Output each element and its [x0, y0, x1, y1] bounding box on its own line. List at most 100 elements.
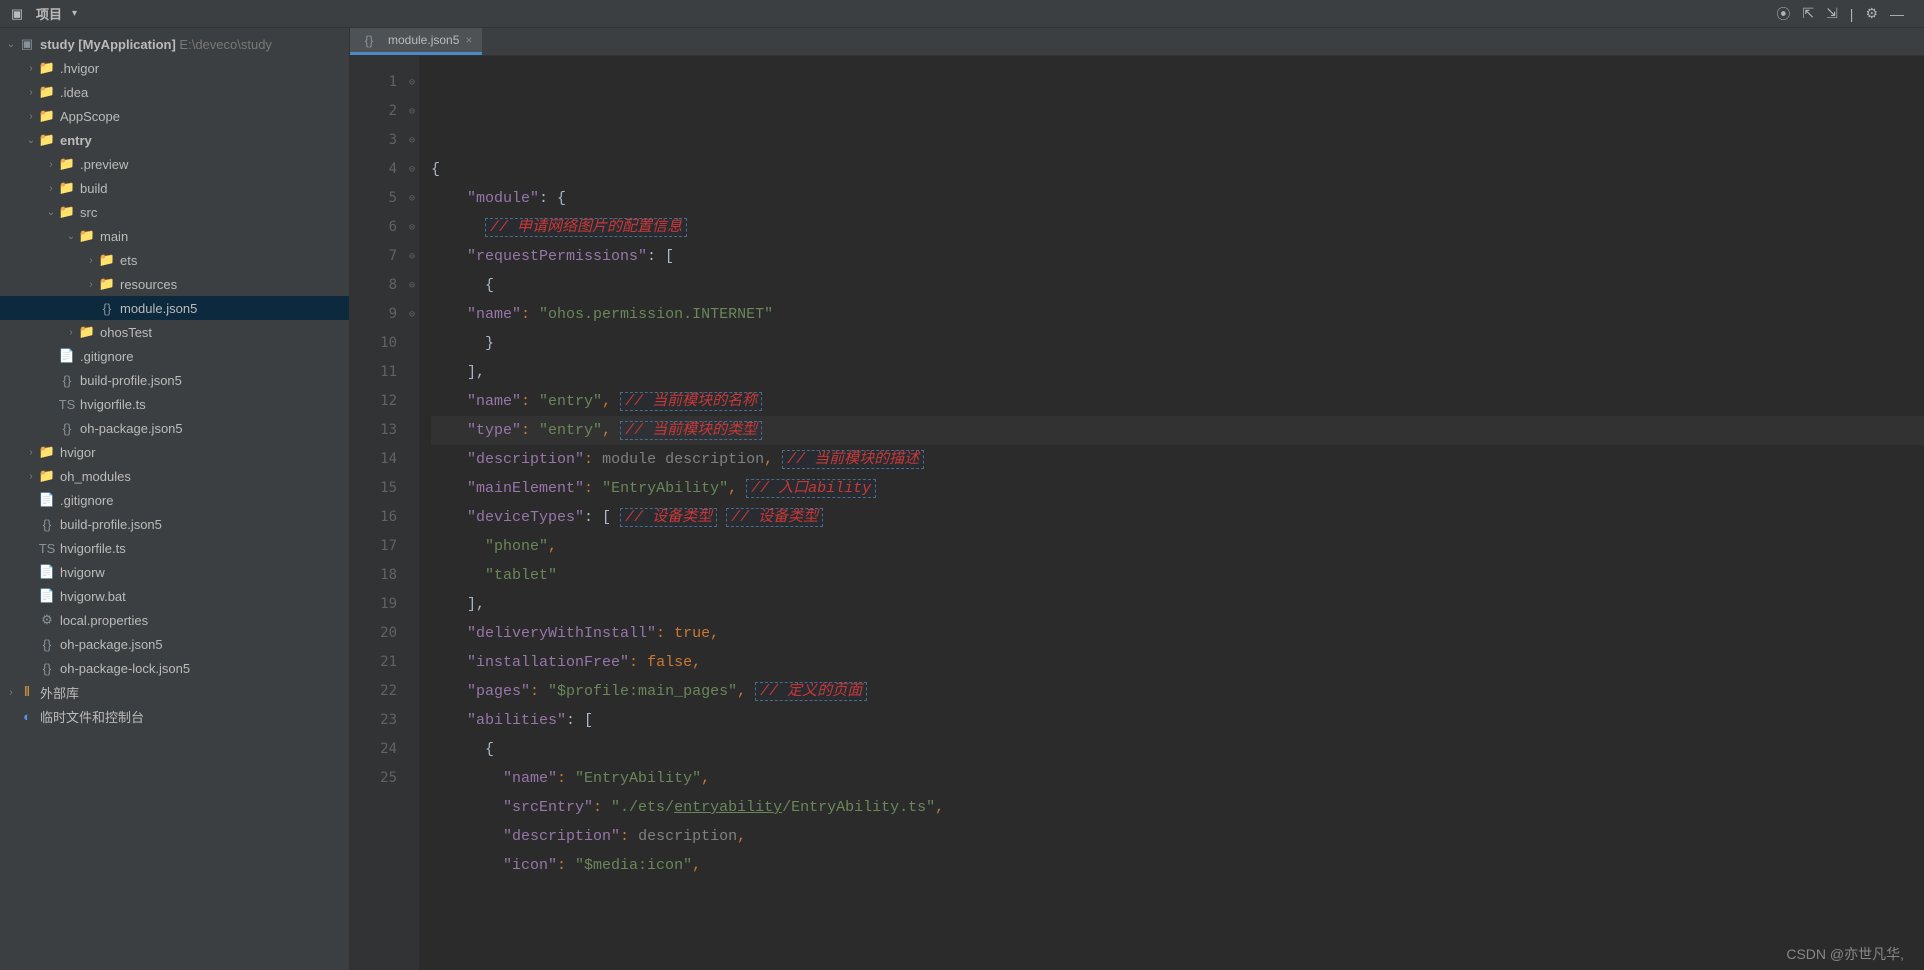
code-content[interactable]: { "module": { // 申请网络图片的配置信息 "requestPer…: [419, 56, 1924, 970]
tree-item-label: entry: [60, 133, 92, 148]
tree-item-label: ohosTest: [100, 325, 152, 340]
code-line-19[interactable]: "pages": "$profile:main_pages", // 定义的页面: [431, 677, 1924, 706]
code-line-11[interactable]: "description": module description, // 当前…: [431, 445, 1924, 474]
tree-item-module-json5[interactable]: ›{}module.json5: [0, 296, 349, 320]
tree-item-ohostest[interactable]: ›📁ohosTest: [0, 320, 349, 344]
code-line-15[interactable]: "tablet": [431, 561, 1924, 590]
code-line-3[interactable]: // 申请网络图片的配置信息: [431, 213, 1924, 242]
tree-item--preview[interactable]: ›📁.preview: [0, 152, 349, 176]
tree-item-oh-package-json5[interactable]: ›{}oh-package.json5: [0, 416, 349, 440]
folder-icon: 📁: [58, 204, 76, 220]
chevron-right-icon[interactable]: ›: [4, 687, 18, 698]
code-line-14[interactable]: "phone",: [431, 532, 1924, 561]
file-json-icon: {}: [58, 373, 76, 388]
tree-item-oh-package-lock-json5[interactable]: ›{}oh-package-lock.json5: [0, 656, 349, 680]
code-line-22[interactable]: "name": "EntryAbility",: [431, 764, 1924, 793]
chevron-icon[interactable]: ›: [24, 87, 38, 98]
project-tree-sidebar[interactable]: ⌄ ▣ study [MyApplication] E:\deveco\stud…: [0, 28, 350, 970]
code-line-5[interactable]: {: [431, 271, 1924, 300]
code-line-18[interactable]: "installationFree": false,: [431, 648, 1924, 677]
tree-item-label: AppScope: [60, 109, 120, 124]
tree-item-label: .gitignore: [60, 493, 113, 508]
project-root-name: study: [40, 37, 75, 52]
chevron-icon[interactable]: ›: [24, 471, 38, 482]
folder-icon: 📁: [38, 444, 56, 460]
tree-item--hvigor[interactable]: ›📁.hvigor: [0, 56, 349, 80]
expand-all-icon[interactable]: ⇱: [1802, 5, 1814, 22]
code-line-12[interactable]: "mainElement": "EntryAbility", // 入口abil…: [431, 474, 1924, 503]
tree-item-hvigorfile-ts[interactable]: ›TShvigorfile.ts: [0, 536, 349, 560]
code-line-4[interactable]: "requestPermissions": [: [431, 242, 1924, 271]
folder-icon: 📁: [98, 252, 116, 268]
select-opened-file-icon[interactable]: ⦿: [1776, 4, 1790, 24]
tree-item-src[interactable]: ⌄📁src: [0, 200, 349, 224]
chevron-icon[interactable]: ⌄: [64, 231, 78, 242]
code-line-2[interactable]: "module": {: [431, 184, 1924, 213]
tree-item-hvigorfile-ts[interactable]: ›TShvigorfile.ts: [0, 392, 349, 416]
tree-item-build[interactable]: ›📁build: [0, 176, 349, 200]
chevron-icon[interactable]: ›: [24, 447, 38, 458]
code-line-21[interactable]: {: [431, 735, 1924, 764]
chevron-icon[interactable]: ⌄: [24, 135, 38, 146]
tree-root[interactable]: ⌄ ▣ study [MyApplication] E:\deveco\stud…: [0, 32, 349, 56]
tree-item-oh-modules[interactable]: ›📁oh_modules: [0, 464, 349, 488]
tree-item-appscope[interactable]: ›📁AppScope: [0, 104, 349, 128]
tree-item-build-profile-json5[interactable]: ›{}build-profile.json5: [0, 512, 349, 536]
project-dropdown-label[interactable]: 项目: [36, 4, 62, 23]
tree-item-label: .idea: [60, 85, 88, 100]
tree-external-libs[interactable]: › ⫴ 外部库: [0, 680, 349, 704]
chevron-icon[interactable]: ›: [24, 111, 38, 122]
tree-item--gitignore[interactable]: ›📄.gitignore: [0, 488, 349, 512]
chevron-icon[interactable]: ›: [64, 327, 78, 338]
tree-item-ets[interactable]: ›📁ets: [0, 248, 349, 272]
line-number-gutter[interactable]: 1234567891011121314151617181920212223242…: [350, 56, 405, 970]
code-line-25[interactable]: "icon": "$media:icon",: [431, 851, 1924, 880]
settings-icon[interactable]: ⚙: [1865, 5, 1878, 22]
tree-item-build-profile-json5[interactable]: ›{}build-profile.json5: [0, 368, 349, 392]
code-line-10[interactable]: "type": "entry", // 当前模块的类型: [431, 416, 1924, 445]
json-file-icon: {}: [360, 33, 378, 48]
dropdown-icon[interactable]: ▾: [72, 8, 77, 19]
tree-item--idea[interactable]: ›📁.idea: [0, 80, 349, 104]
code-line-8[interactable]: ],: [431, 358, 1924, 387]
chevron-icon[interactable]: ›: [84, 255, 98, 266]
tree-item-hvigor[interactable]: ›📁hvigor: [0, 440, 349, 464]
code-line-24[interactable]: "description": description,: [431, 822, 1924, 851]
code-line-7[interactable]: }: [431, 329, 1924, 358]
tree-item-resources[interactable]: ›📁resources: [0, 272, 349, 296]
tree-item-label: resources: [120, 277, 177, 292]
code-line-6[interactable]: "name": "ohos.permission.INTERNET": [431, 300, 1924, 329]
top-toolbar: ▣ 项目 ▾ ⦿ ⇱ ⇲ | ⚙ —: [0, 0, 1924, 28]
tree-item-hvigorw[interactable]: ›📄hvigorw: [0, 560, 349, 584]
tree-item-label: oh-package.json5: [60, 637, 163, 652]
tree-scratches[interactable]: › ◐ 临时文件和控制台: [0, 704, 349, 728]
tree-item--gitignore[interactable]: ›📄.gitignore: [0, 344, 349, 368]
chevron-icon[interactable]: ⌄: [44, 207, 58, 218]
tab-module-json5[interactable]: {} module.json5 ×: [350, 28, 482, 55]
chevron-icon[interactable]: ›: [44, 159, 58, 170]
chevron-down-icon[interactable]: ⌄: [4, 39, 18, 50]
fold-column[interactable]: ⊖⊖⊖⊖⊖⊖⊖⊖⊖: [405, 56, 419, 970]
tree-item-local-properties[interactable]: ›⚙local.properties: [0, 608, 349, 632]
chevron-icon[interactable]: ›: [44, 183, 58, 194]
code-line-23[interactable]: "srcEntry": "./ets/entryability/EntryAbi…: [431, 793, 1924, 822]
tree-item-oh-package-json5[interactable]: ›{}oh-package.json5: [0, 632, 349, 656]
code-line-9[interactable]: "name": "entry", // 当前模块的名称: [431, 387, 1924, 416]
code-line-16[interactable]: ],: [431, 590, 1924, 619]
folder-o-icon: 📁: [58, 156, 76, 172]
tree-item-main[interactable]: ⌄📁main: [0, 224, 349, 248]
close-icon[interactable]: ×: [465, 33, 472, 47]
code-line-17[interactable]: "deliveryWithInstall": true,: [431, 619, 1924, 648]
code-line-13[interactable]: "deviceTypes": [ // 设备类型 // 设备类型: [431, 503, 1924, 532]
chevron-icon[interactable]: ›: [24, 63, 38, 74]
tree-item-hvigorw-bat[interactable]: ›📄hvigorw.bat: [0, 584, 349, 608]
file-icon: 📄: [38, 564, 56, 580]
chevron-icon[interactable]: ›: [84, 279, 98, 290]
collapse-all-icon[interactable]: ⇲: [1826, 5, 1838, 22]
file-json-icon: {}: [38, 637, 56, 652]
code-line-20[interactable]: "abilities": [: [431, 706, 1924, 735]
code-line-1[interactable]: {: [431, 155, 1924, 184]
minimize-icon[interactable]: —: [1890, 6, 1904, 22]
tree-item-label: .gitignore: [80, 349, 133, 364]
tree-item-entry[interactable]: ⌄📁entry: [0, 128, 349, 152]
